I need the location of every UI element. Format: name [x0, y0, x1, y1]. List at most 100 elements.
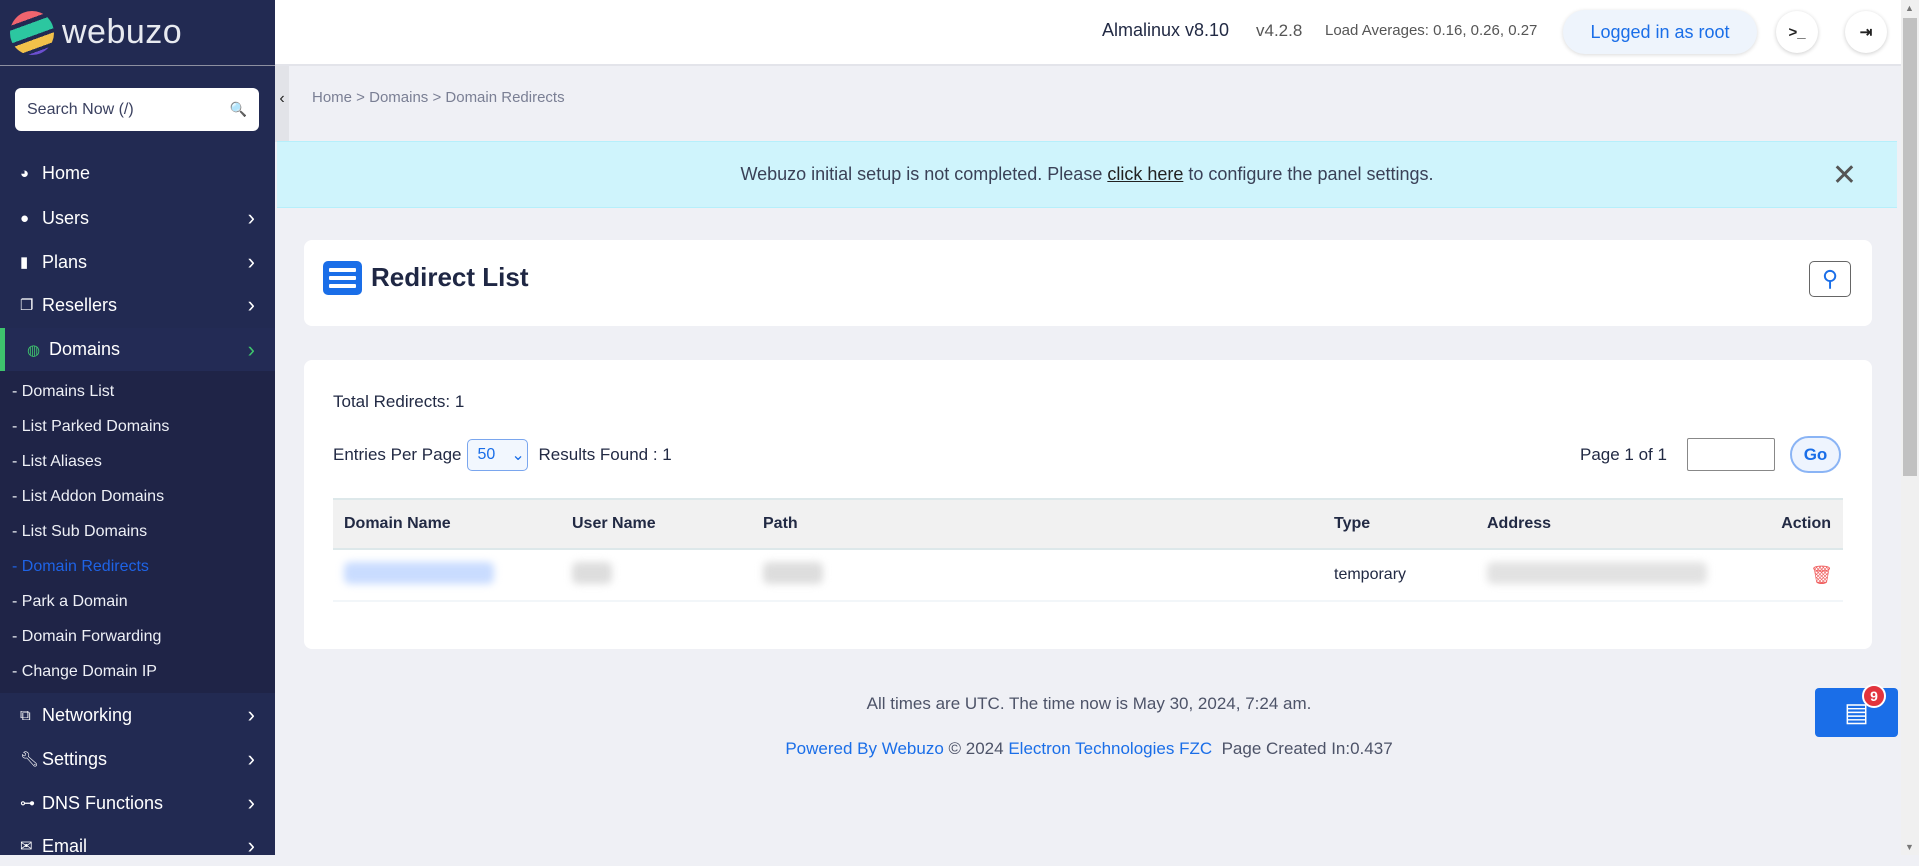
scroll-down-icon[interactable]: ▼	[1905, 842, 1914, 852]
col-user-name: User Name	[561, 498, 752, 550]
page-number-input[interactable]	[1687, 438, 1775, 471]
sidebar-item-resellers[interactable]: ❐ Resellers ›	[0, 285, 275, 325]
webuzo-logo-icon	[10, 10, 54, 55]
notifications-button[interactable]: ▤ 9	[1815, 684, 1898, 737]
submenu-change-domain-ip[interactable]: - Change Domain IP	[12, 663, 157, 681]
brand-name: webuzo	[62, 13, 183, 51]
search-button[interactable]: ⚲	[1809, 261, 1851, 297]
configure-link[interactable]: click here	[1107, 164, 1183, 185]
chevron-right-icon: ›	[247, 790, 255, 815]
sidebar-item-users[interactable]: ● Users ›	[0, 198, 275, 238]
sidebar-search-input[interactable]: Search Now (/) 🔍	[15, 88, 259, 131]
alert-text-end: to configure the panel settings.	[1188, 164, 1434, 184]
sidebar-item-domains[interactable]: ◍ Domains ›	[0, 328, 275, 371]
user-name-redacted	[572, 561, 612, 584]
submenu-list-parked-domains[interactable]: - List Parked Domains	[12, 418, 169, 436]
label: Email	[42, 835, 88, 856]
wrench-icon: 🔧︎	[20, 751, 40, 768]
label: DNS Functions	[42, 792, 164, 813]
sidebar-item-settings[interactable]: 🔧︎ Settings ›	[0, 739, 275, 779]
entries-value: 50	[477, 446, 496, 463]
label: Domains	[49, 339, 121, 359]
network-icon: ⧉	[20, 706, 31, 724]
search-placeholder: Search Now (/)	[27, 100, 134, 118]
copyright: © 2024	[948, 739, 1004, 758]
domain-link-redacted[interactable]	[344, 561, 494, 584]
redirect-type: temporary	[1323, 549, 1476, 602]
powered-by-link[interactable]: Powered By Webuzo	[785, 739, 943, 758]
entries-per-page-select[interactable]: 50 ⌄	[466, 439, 528, 471]
delete-button[interactable]: 🗑︎	[1755, 549, 1843, 602]
envelope-icon: ✉	[20, 838, 33, 855]
submenu-domain-forwarding[interactable]: - Domain Forwarding	[12, 628, 161, 646]
col-domain-name: Domain Name	[333, 498, 561, 550]
logged-in-button[interactable]: Logged in as root	[1563, 10, 1757, 54]
sidebar-item-networking[interactable]: ⧉ Networking ›	[0, 695, 275, 735]
dashboard-icon: ◕	[20, 164, 30, 182]
sidebar-collapse-toggle[interactable]: ‹	[275, 66, 289, 142]
terminal-button[interactable]: >_	[1776, 11, 1818, 53]
entries-label: Entries Per Page	[333, 445, 462, 464]
footer-credits: Powered By Webuzo © 2024 Electron Techno…	[277, 739, 1901, 759]
domains-submenu: - Domains List - List Parked Domains - L…	[0, 371, 275, 693]
sidebar-item-plans[interactable]: ▮ Plans ›	[0, 242, 275, 282]
os-version: Almalinux v8.10	[1102, 20, 1230, 40]
label: Settings	[42, 748, 108, 769]
load-averages: Load Averages: 0.16, 0.26, 0.27	[1325, 22, 1538, 39]
terminal-icon: >_	[1788, 23, 1806, 41]
search-icon: ⚲	[1821, 266, 1839, 291]
col-type: Type	[1323, 498, 1476, 550]
sidebar-item-dns-functions[interactable]: ⊶ DNS Functions ›	[0, 783, 275, 823]
col-path: Path	[752, 498, 1323, 550]
chevron-right-icon: ›	[247, 249, 255, 274]
label: Plans	[42, 251, 88, 272]
table-header: Domain Name User Name Path Type Address …	[333, 498, 1843, 550]
book-icon: ▮	[20, 254, 29, 271]
label: Resellers	[42, 294, 118, 315]
chevron-left-icon: ‹	[279, 90, 285, 107]
globe-icon: ◍	[27, 341, 41, 359]
path-redacted	[763, 561, 823, 584]
trash-icon: 🗑︎	[1810, 564, 1833, 585]
company-link[interactable]: Electron Technologies FZC	[1008, 739, 1212, 758]
submenu-list-aliases[interactable]: - List Aliases	[12, 453, 102, 471]
go-button[interactable]: Go	[1790, 436, 1841, 473]
logout-button[interactable]: ⇥	[1845, 11, 1887, 53]
webuzo-version: v4.2.8	[1256, 21, 1303, 40]
notification-badge: 9	[1862, 684, 1886, 708]
label: Networking	[42, 704, 133, 725]
search-icon: 🔍	[229, 101, 247, 117]
breadcrumb[interactable]: Home > Domains > Domain Redirects	[312, 89, 565, 106]
page-title: Redirect List	[371, 262, 529, 292]
close-icon[interactable]: ✕	[1832, 158, 1857, 193]
scrollbar-thumb[interactable]	[1903, 18, 1917, 476]
table-row: temporary 🗑︎	[333, 549, 1843, 602]
submenu-domain-redirects[interactable]: - Domain Redirects	[12, 558, 149, 576]
sidebar-item-home[interactable]: ◕ Home	[0, 153, 275, 193]
sitemap-icon: ⊶	[20, 795, 35, 812]
logout-icon: ⇥	[1859, 24, 1873, 41]
sidebar-item-email[interactable]: ✉ Email ›	[0, 826, 275, 866]
submenu-park-a-domain[interactable]: - Park a Domain	[12, 593, 128, 611]
total-redirects: Total Redirects: 1	[333, 392, 465, 411]
scroll-up-icon[interactable]: ▲	[1905, 3, 1914, 13]
chevron-right-icon: ›	[247, 746, 255, 771]
chevron-down-icon: ⌄	[511, 447, 525, 464]
submenu-list-addon-domains[interactable]: - List Addon Domains	[12, 488, 164, 506]
page-scrollbar[interactable]: ▲ ▼	[1901, 0, 1919, 855]
title-card: Redirect List ⚲	[304, 240, 1872, 326]
address-redacted	[1487, 561, 1707, 584]
user-icon: ●	[20, 209, 30, 227]
top-header: Almalinux v8.10 v4.2.8 Load Averages: 0.…	[275, 0, 1919, 66]
label: Users	[42, 207, 90, 228]
footer-time: All times are UTC. The time now is May 3…	[866, 694, 1312, 713]
alert-text: Webuzo initial setup is not completed. P…	[740, 164, 1103, 184]
logo[interactable]: webuzo	[0, 0, 275, 66]
submenu-list-sub-domains[interactable]: - List Sub Domains	[12, 523, 147, 541]
page-created: Page Created In:0.437	[1221, 739, 1393, 758]
col-address: Address	[1476, 498, 1756, 550]
list-icon	[323, 261, 362, 295]
results-found: Results Found : 1	[538, 445, 672, 464]
chevron-right-icon: ›	[247, 833, 255, 858]
submenu-domains-list[interactable]: - Domains List	[12, 383, 114, 401]
